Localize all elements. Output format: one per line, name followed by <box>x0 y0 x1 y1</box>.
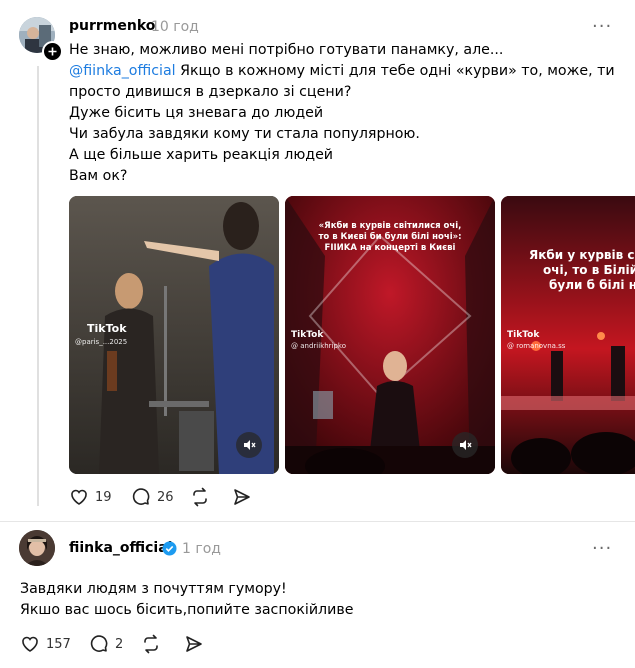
mute-button[interactable] <box>452 432 478 458</box>
post-line: Дуже бісить ця зневага до людей <box>69 105 324 121</box>
post-line: просто дивишся в дзеркало зі сцени? <box>69 84 352 100</box>
post-line: Якшо вас шось бісить,попийте заспокійлив… <box>20 602 354 618</box>
share-icon <box>186 636 202 652</box>
like-count: 157 <box>46 636 71 652</box>
tiktok-logo: TikTok <box>87 322 127 335</box>
share-icon <box>234 489 250 505</box>
post-actions: 19 26 <box>69 487 369 511</box>
post-text: Завдяки людям з почуттям гумору! Якшо ва… <box>20 579 353 621</box>
post-time[interactable]: 10 год <box>151 19 199 35</box>
post-text: Не знаю, можливо мені потрібно готувати … <box>69 40 615 187</box>
video-caption: «Якби в курвів світилися очі, то в Києві… <box>289 221 491 254</box>
more-options-button[interactable]: ··· <box>592 16 612 37</box>
comment-count: 2 <box>115 636 124 652</box>
mention-link[interactable]: @fiinka_official <box>69 63 176 79</box>
comment-button[interactable]: 2 <box>89 634 123 654</box>
caption-line: FIIИKA на концерті в Києві <box>324 243 456 253</box>
mute-button[interactable] <box>236 432 262 458</box>
post-purrmenko: purrmenko 10 год ··· Не знаю, можливо ме… <box>0 0 635 522</box>
tiktok-handle: @ andriikhripko <box>291 342 347 350</box>
follow-plus-icon[interactable] <box>42 41 63 62</box>
tiktok-handle: @ romanovna.ss <box>507 342 566 350</box>
caption-line: були б білі но <box>549 278 635 292</box>
repost-button[interactable] <box>141 634 161 654</box>
heart-icon <box>71 489 87 505</box>
caption-line: Якби у курвів сві <box>529 248 635 262</box>
heart-icon <box>22 636 38 652</box>
caption-line: то в Києві би були білі ночі»: <box>318 232 462 242</box>
avatar-fiinka-official[interactable] <box>19 530 55 566</box>
mute-icon <box>244 440 256 450</box>
tiktok-logo: TikTok <box>291 330 324 340</box>
video-thumbnail-2[interactable]: «Якби в курвів світилися очі, то в Києві… <box>285 196 495 474</box>
comment-count: 26 <box>157 489 174 505</box>
share-button[interactable] <box>232 487 252 507</box>
post-line: Не знаю, можливо мені потрібно готувати … <box>69 42 504 58</box>
video-thumbnail-1[interactable]: TikTok @paris_...2025 <box>69 196 279 474</box>
post-actions: 157 2 <box>20 634 320 658</box>
tiktok-logo: TikTok <box>507 330 540 340</box>
caption-line: очі, то в Білій Ц <box>543 263 635 277</box>
like-count: 19 <box>95 489 112 505</box>
post-time[interactable]: 1 год <box>182 541 221 557</box>
post-line: Вам ок? <box>69 168 128 184</box>
post-line: Чи забула завдяки кому ти стала популярн… <box>69 126 420 142</box>
comment-icon <box>132 488 150 505</box>
mute-icon <box>460 440 472 450</box>
repost-icon <box>193 487 207 507</box>
verified-icon <box>162 541 177 560</box>
video-caption: Якби у курвів сві очі, то в Білій Ц були… <box>529 248 635 293</box>
share-button[interactable] <box>184 634 204 654</box>
like-button[interactable]: 19 <box>69 487 112 507</box>
tiktok-handle: @paris_...2025 <box>75 338 128 346</box>
post-line-text: Якщо в кожному місті для тебе одні «курв… <box>175 63 615 79</box>
repost-button[interactable] <box>190 487 210 507</box>
username[interactable]: fiinka_official <box>69 540 172 556</box>
thread-line <box>37 66 39 506</box>
post-line: @fiinka_official Якщо в кожному місті дл… <box>69 61 615 82</box>
comment-icon <box>90 635 108 652</box>
caption-line: «Якби в курвів світилися очі, <box>318 221 462 231</box>
post-fiinka-official: fiinka_official 1 год ··· Завдяки людям … <box>0 522 635 668</box>
post-line: А ще більше харить реакція людей <box>69 147 334 163</box>
comment-button[interactable]: 26 <box>131 487 174 507</box>
username[interactable]: purrmenko <box>69 18 155 34</box>
video-thumbnail-3[interactable]: Якби у курвів сві очі, то в Білій Ц були… <box>501 196 635 474</box>
like-button[interactable]: 157 <box>20 634 71 654</box>
more-options-button[interactable]: ··· <box>592 538 612 559</box>
repost-icon <box>144 634 158 654</box>
post-line: Завдяки людям з почуттям гумору! <box>20 581 287 597</box>
